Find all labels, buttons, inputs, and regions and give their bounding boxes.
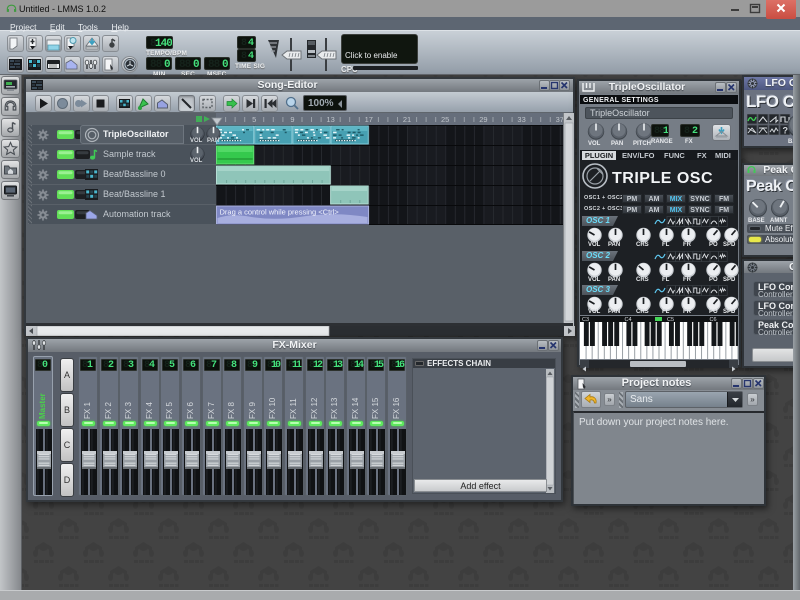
svg-text:Drag a control while pressing: Drag a control while pressing <Ctrl>	[220, 208, 340, 217]
svg-text:5: 5	[252, 115, 256, 124]
svg-text:33: 33	[517, 115, 525, 124]
svg-text:9: 9	[290, 115, 294, 124]
svg-text:TRIPLE OSC: TRIPLE OSC	[612, 170, 713, 187]
svg-text:17: 17	[365, 115, 373, 124]
svg-text:13: 13	[326, 115, 334, 124]
svg-text:29: 29	[479, 115, 487, 124]
svg-text:25: 25	[441, 115, 449, 124]
svg-text:21: 21	[403, 115, 411, 124]
